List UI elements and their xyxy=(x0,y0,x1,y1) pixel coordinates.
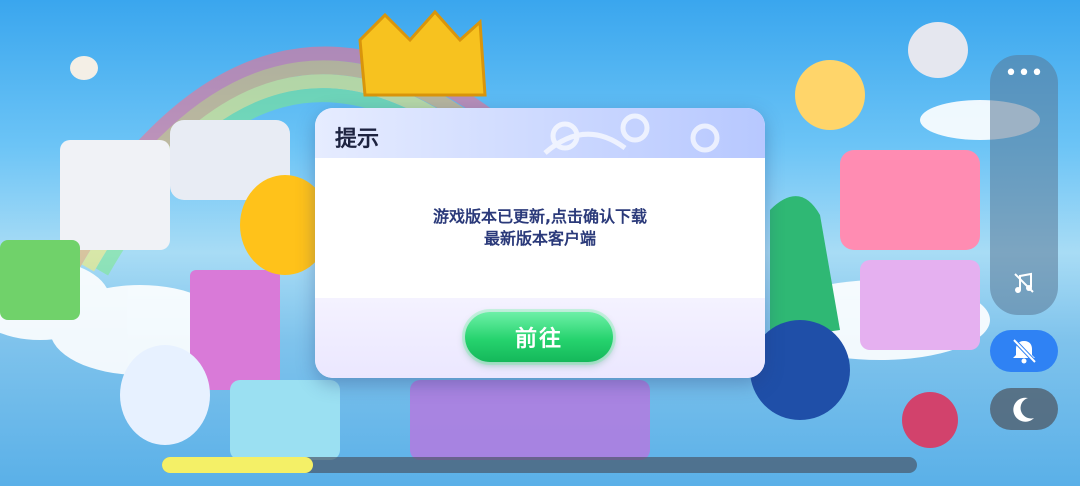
stage-building xyxy=(840,150,980,250)
fairy-character xyxy=(795,60,865,130)
dialog-header: 提示 xyxy=(315,108,765,158)
red-character xyxy=(902,392,958,448)
notification-off-icon xyxy=(1012,338,1037,364)
dialog-message: 游戏版本已更新,点击确认下载最新版本客户端 xyxy=(432,207,648,248)
go-button[interactable]: 前往 xyxy=(465,312,613,362)
ice-block xyxy=(230,380,340,460)
blue-ball xyxy=(750,320,850,420)
ghost-character xyxy=(120,345,210,445)
night-mode-button[interactable] xyxy=(990,388,1058,430)
dialog-title: 提示 xyxy=(335,127,380,152)
more-horizontal-icon[interactable]: ••• xyxy=(990,63,1058,89)
crown xyxy=(358,9,487,97)
dialog-footer: 前往 xyxy=(315,298,765,378)
stage-base xyxy=(860,260,980,350)
update-dialog: 提示 游戏版本已更新,点击确认下载最新版本客户端 前往 xyxy=(315,108,765,378)
side-panel: ••• xyxy=(990,55,1058,315)
loading-progress-fill xyxy=(162,457,313,473)
header-decoration xyxy=(543,113,720,155)
hot-air-balloon-small xyxy=(70,56,98,80)
castle-tower xyxy=(60,140,170,250)
hot-air-balloon xyxy=(908,22,968,78)
dinosaur xyxy=(770,196,840,340)
moon-icon xyxy=(1013,397,1034,422)
mute-notifications-button[interactable] xyxy=(990,330,1058,372)
purple-platform xyxy=(410,380,650,460)
music-off-icon[interactable] xyxy=(990,270,1058,300)
dialog-body: 游戏版本已更新,点击确认下载最新版本客户端 xyxy=(315,158,765,298)
green-block xyxy=(0,240,80,320)
loading-progress-bar xyxy=(162,457,917,473)
